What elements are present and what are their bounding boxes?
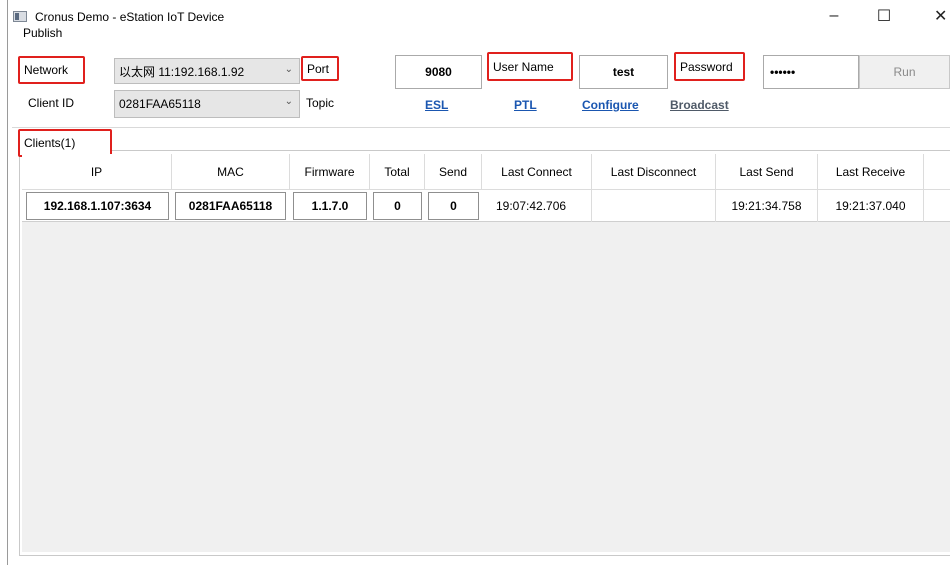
column-header-send[interactable]: Send bbox=[425, 154, 482, 190]
window-title: Cronus Demo - eStation IoT Device bbox=[35, 10, 225, 24]
minimize-icon[interactable]: – bbox=[812, 0, 856, 32]
network-select-value: 以太网 11:192.168.1.92 bbox=[119, 64, 245, 79]
column-header-filler bbox=[924, 154, 950, 190]
run-button[interactable]: Run bbox=[859, 55, 950, 89]
cell-last-send: 19:21:34.758 bbox=[716, 190, 818, 222]
column-header-last-receive[interactable]: Last Receive bbox=[818, 154, 924, 190]
column-header-firmware[interactable]: Firmware bbox=[290, 154, 370, 190]
column-header-ip[interactable]: IP bbox=[22, 154, 172, 190]
cell-last-receive: 19:21:37.040 bbox=[818, 190, 924, 222]
column-header-last-send[interactable]: Last Send bbox=[716, 154, 818, 190]
window-left-border bbox=[7, 0, 8, 565]
clients-group-label: Clients(1) bbox=[18, 129, 112, 157]
chevron-down-icon: ⌄ bbox=[284, 96, 293, 107]
topic-link-configure[interactable]: Configure bbox=[582, 98, 639, 112]
network-select[interactable]: 以太网 11:192.168.1.92 ⌄ bbox=[114, 58, 300, 84]
clientid-select-value: 0281FAA65118 bbox=[119, 97, 201, 111]
network-label: Network bbox=[18, 56, 85, 84]
password-input[interactable]: •••••• bbox=[763, 55, 859, 89]
column-header-last-connect[interactable]: Last Connect bbox=[482, 154, 592, 190]
column-header-last-disconnect[interactable]: Last Disconnect bbox=[592, 154, 716, 190]
cell-mac[interactable]: 0281FAA65118 bbox=[175, 192, 286, 220]
clientid-label: Client ID bbox=[28, 96, 75, 110]
cell-last-connect: 19:07:42.706 bbox=[482, 190, 592, 222]
username-label: User Name bbox=[487, 52, 573, 81]
password-label: Password bbox=[674, 52, 745, 81]
clientid-select[interactable]: 0281FAA65118 ⌄ bbox=[114, 90, 300, 118]
close-icon[interactable]: ✕ bbox=[912, 0, 950, 32]
username-input[interactable]: test bbox=[579, 55, 668, 89]
menu-publish[interactable]: Publish bbox=[23, 26, 62, 40]
cell-last-disconnect bbox=[592, 190, 716, 222]
app-window-icon bbox=[13, 11, 27, 22]
column-header-mac[interactable]: MAC bbox=[172, 154, 290, 190]
cell-send[interactable]: 0 bbox=[428, 192, 479, 220]
topic-link-esl[interactable]: ESL bbox=[425, 98, 448, 112]
port-input[interactable]: 9080 bbox=[395, 55, 482, 89]
topic-link-ptl[interactable]: PTL bbox=[514, 98, 537, 112]
cell-total[interactable]: 0 bbox=[373, 192, 422, 220]
port-label: Port bbox=[301, 56, 339, 81]
topic-link-broadcast[interactable]: Broadcast bbox=[670, 98, 729, 112]
column-header-total[interactable]: Total bbox=[370, 154, 425, 190]
chevron-down-icon: ⌄ bbox=[284, 64, 293, 75]
topic-label: Topic bbox=[306, 96, 335, 110]
maximize-icon[interactable]: ☐ bbox=[862, 0, 906, 32]
cell-firmware[interactable]: 1.1.7.0 bbox=[293, 192, 367, 220]
cell-ip[interactable]: 192.168.1.107:3634 bbox=[26, 192, 169, 220]
section-divider bbox=[12, 127, 950, 128]
